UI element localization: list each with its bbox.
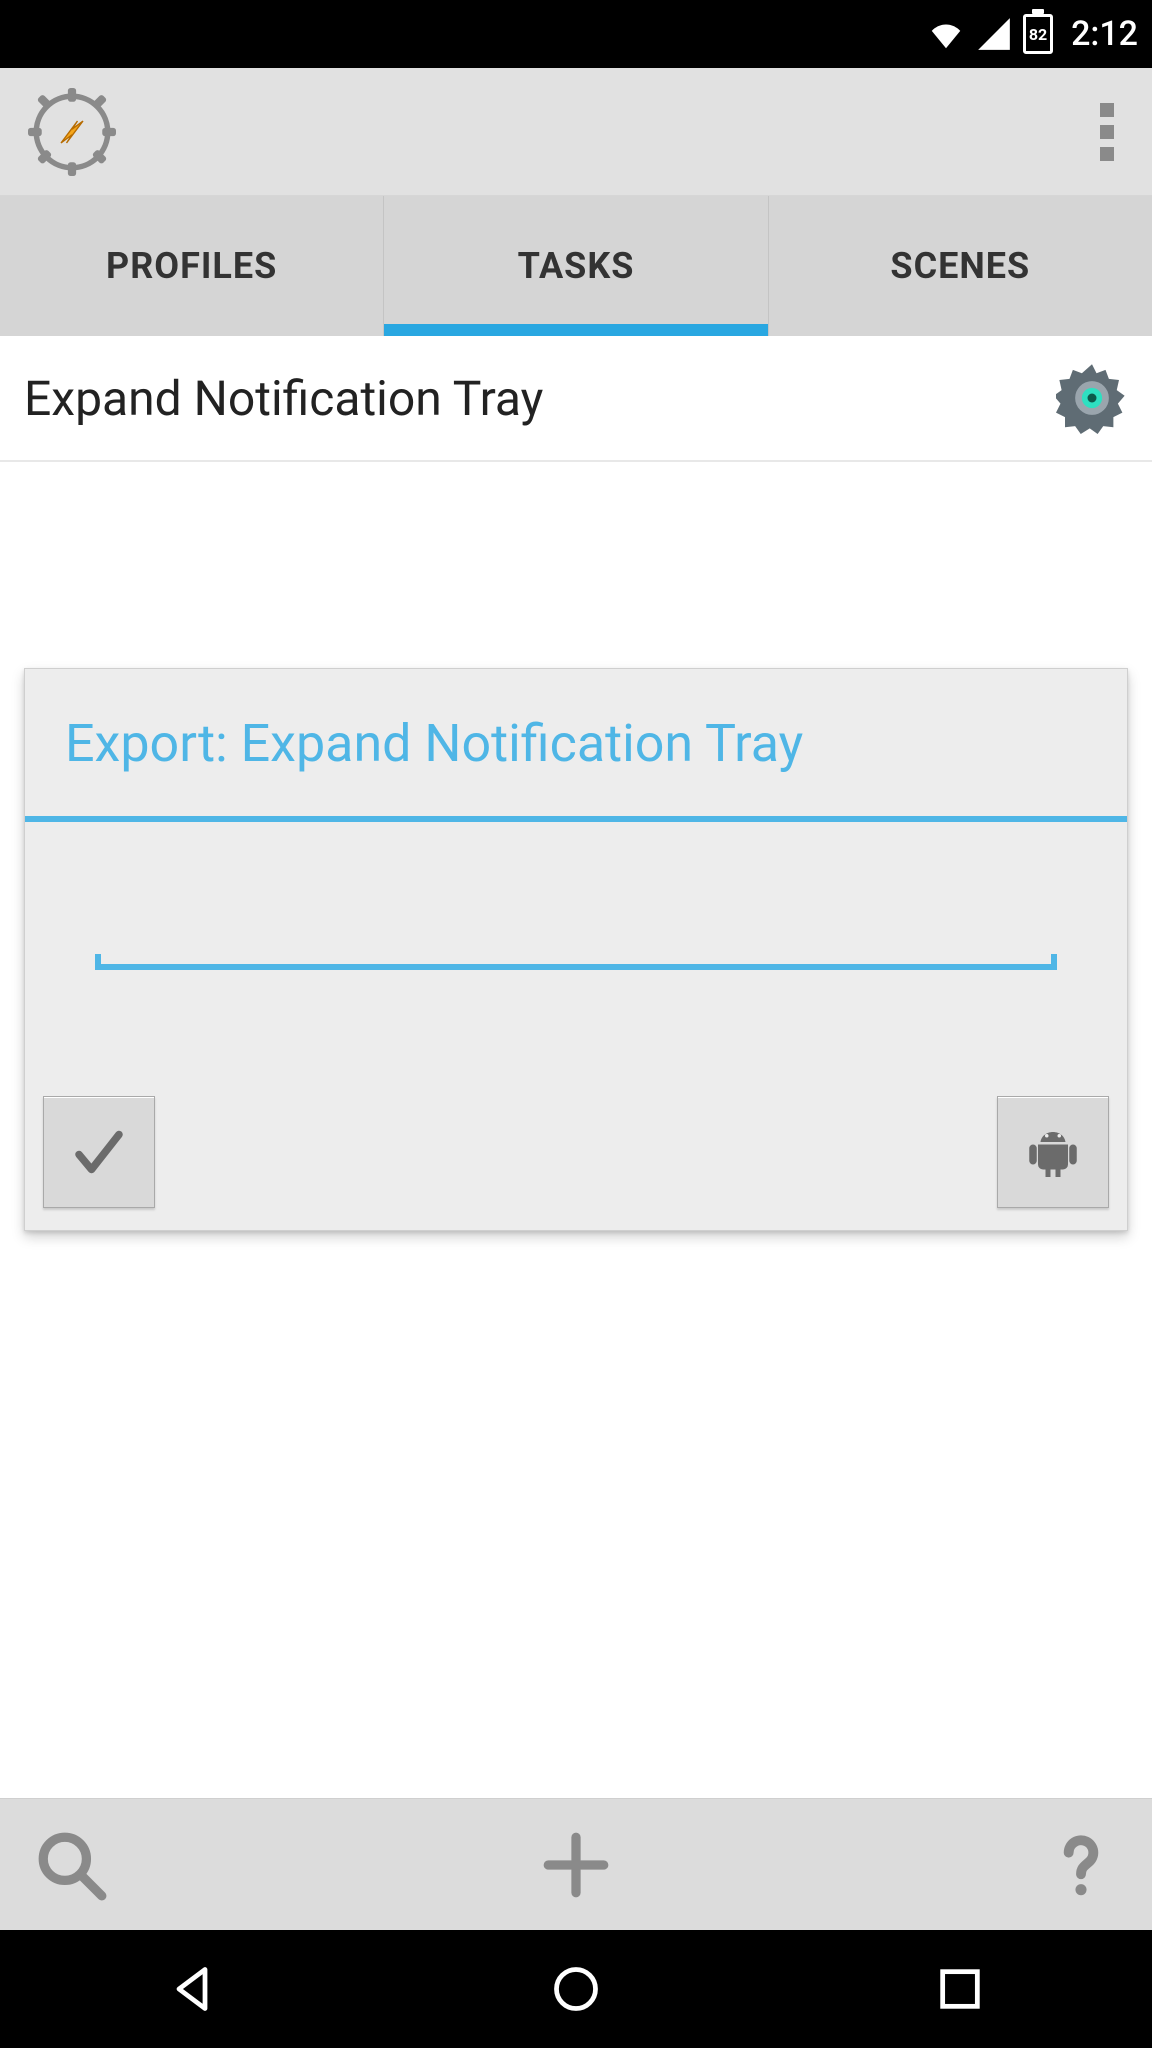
search-icon	[34, 1828, 108, 1902]
status-bar: 82 2:12	[0, 0, 1152, 68]
confirm-button[interactable]	[43, 1096, 155, 1208]
tab-tasks[interactable]: TASKS	[384, 196, 768, 336]
tab-profiles[interactable]: PROFILES	[0, 196, 384, 336]
overflow-menu-icon[interactable]	[1100, 103, 1114, 161]
circle-home-icon	[550, 1963, 602, 2015]
tab-scenes-label: SCENES	[890, 245, 1030, 287]
app-logo-icon	[28, 88, 116, 176]
triangle-back-icon	[166, 1963, 218, 2015]
square-recents-icon	[934, 1963, 986, 2015]
android-button[interactable]	[997, 1096, 1109, 1208]
export-name-input-wrap	[95, 896, 1057, 970]
content-area: Export: Expand Notification Tray	[0, 462, 1152, 1924]
search-button[interactable]	[34, 1828, 108, 1902]
nav-home-button[interactable]	[550, 1963, 602, 2015]
android-icon	[1023, 1122, 1083, 1182]
clock-label: 2:12	[1071, 14, 1138, 54]
task-title-label: Expand Notification Tray	[24, 370, 543, 427]
help-button[interactable]	[1044, 1828, 1118, 1902]
navigation-bar	[0, 1930, 1152, 2048]
wifi-icon	[927, 15, 965, 53]
help-icon	[1044, 1828, 1118, 1902]
tab-bar: PROFILES TASKS SCENES	[0, 196, 1152, 336]
battery-icon: 82	[1023, 14, 1053, 54]
nav-back-button[interactable]	[166, 1963, 218, 2015]
task-row[interactable]: Expand Notification Tray	[0, 336, 1152, 462]
check-icon	[69, 1122, 129, 1182]
plus-icon	[539, 1828, 613, 1902]
tab-scenes[interactable]: SCENES	[769, 196, 1152, 336]
battery-level-label: 82	[1023, 14, 1053, 54]
nav-recents-button[interactable]	[934, 1963, 986, 2015]
task-settings-gear-icon[interactable]	[1056, 362, 1128, 434]
signal-icon	[975, 15, 1013, 53]
export-dialog: Export: Expand Notification Tray	[24, 668, 1128, 1231]
tab-tasks-label: TASKS	[518, 245, 635, 287]
bottom-action-bar	[0, 1798, 1152, 1930]
dialog-title: Export: Expand Notification Tray	[25, 669, 1127, 822]
tab-profiles-label: PROFILES	[106, 245, 277, 287]
add-button[interactable]	[539, 1828, 613, 1902]
export-name-input[interactable]	[95, 896, 1057, 970]
dialog-actions	[25, 1020, 1127, 1230]
app-bar	[0, 68, 1152, 196]
